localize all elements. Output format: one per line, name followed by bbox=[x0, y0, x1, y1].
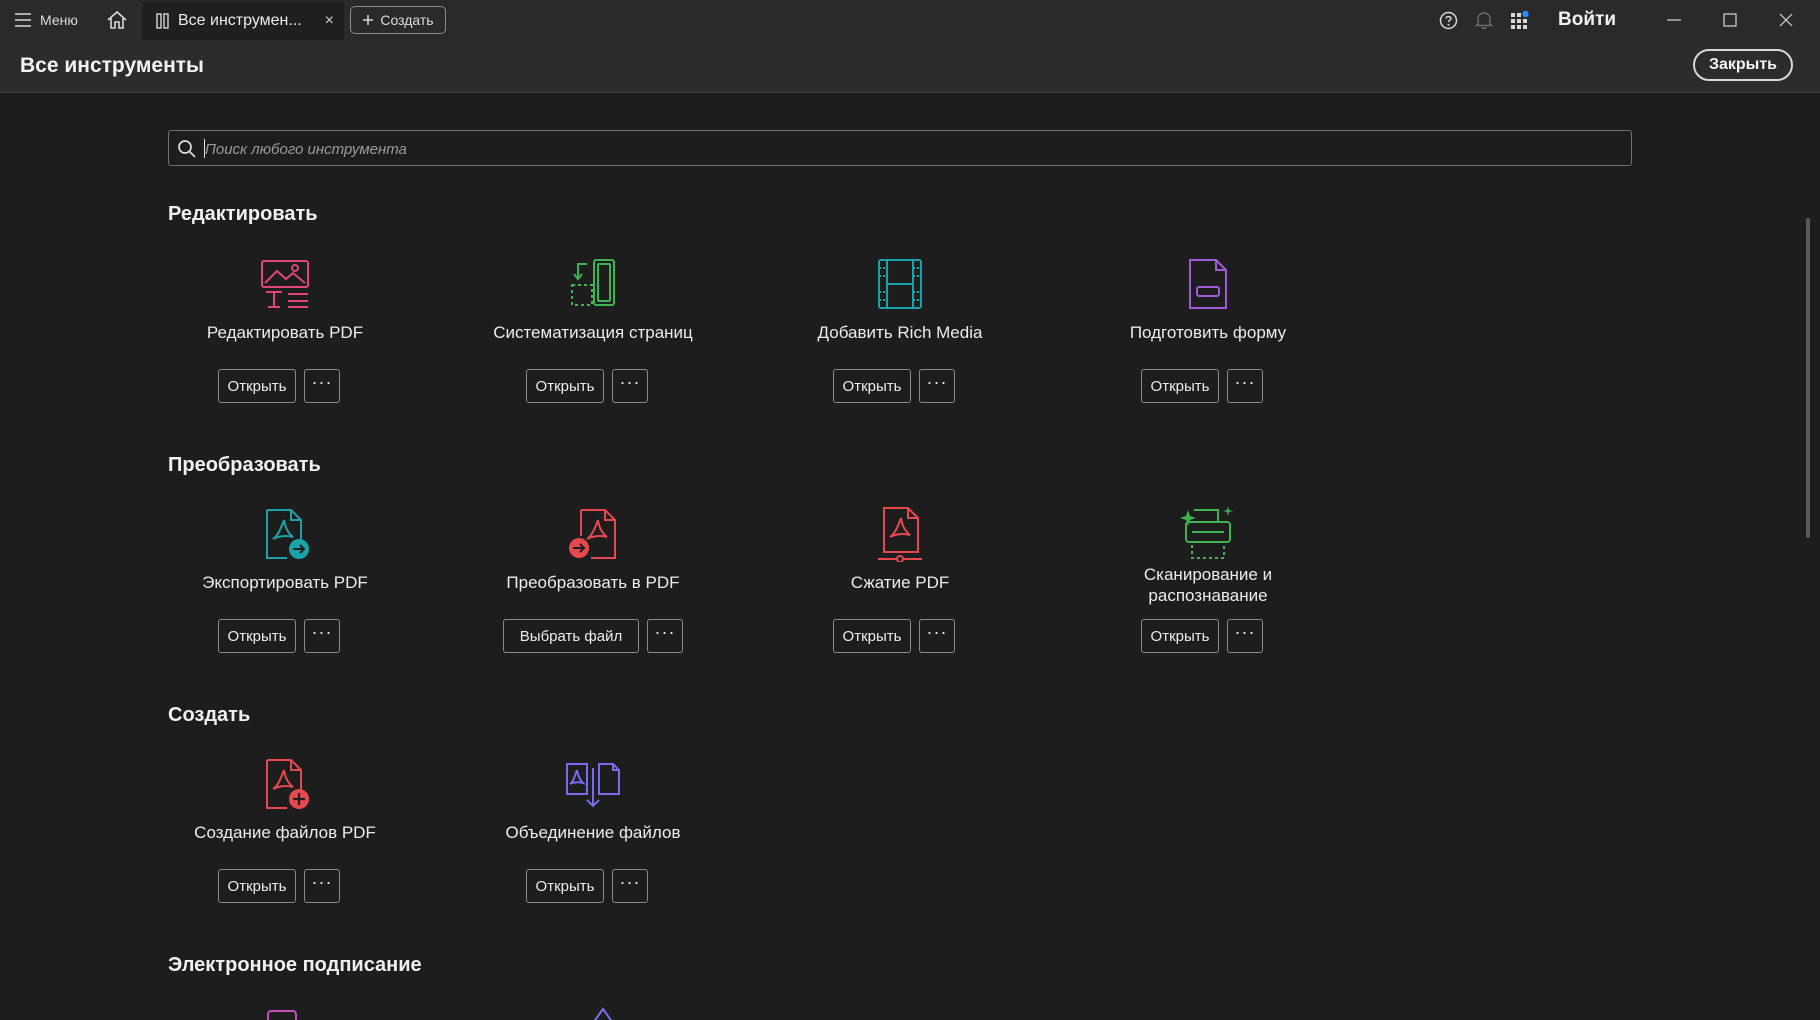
tool-name: Сжатие PDF bbox=[850, 573, 950, 592]
tool-name-line2: распознавание bbox=[1148, 586, 1268, 605]
apps-button[interactable] bbox=[1502, 0, 1538, 40]
more-options-button[interactable]: ··· bbox=[1227, 619, 1263, 653]
text-caret bbox=[204, 139, 205, 158]
more-options-button[interactable]: ··· bbox=[304, 619, 340, 653]
combine-files-icon bbox=[566, 763, 620, 808]
menu-button[interactable]: Меню bbox=[14, 8, 78, 32]
open-button[interactable]: Открыть bbox=[218, 869, 296, 903]
menu-label: Меню bbox=[40, 12, 78, 28]
section-title-convert: Преобразовать bbox=[168, 454, 321, 476]
home-button[interactable] bbox=[104, 8, 130, 32]
search-input[interactable] bbox=[203, 137, 1607, 161]
plus-icon bbox=[363, 15, 374, 25]
more-options-button[interactable]: ··· bbox=[647, 619, 683, 653]
minimize-button[interactable] bbox=[1646, 0, 1702, 40]
more-options-button[interactable]: ··· bbox=[304, 369, 340, 403]
close-icon bbox=[1779, 13, 1793, 27]
section-title-esign: Электронное подписание bbox=[168, 954, 422, 976]
tool-name: Редактировать PDF bbox=[206, 323, 364, 342]
titlebar-right: Войти bbox=[1430, 0, 1820, 40]
rich-media-icon bbox=[878, 259, 922, 309]
maximize-icon bbox=[1723, 13, 1737, 27]
export-pdf-icon bbox=[266, 509, 309, 559]
apps-icon bbox=[1511, 10, 1529, 29]
tool-name: Создание файлов PDF bbox=[194, 823, 376, 842]
open-button[interactable]: Открыть bbox=[218, 619, 296, 653]
tool-name: Систематизация страниц bbox=[493, 323, 693, 342]
more-options-button[interactable]: ··· bbox=[1227, 369, 1263, 403]
tool-name: Добавить Rich Media bbox=[817, 323, 983, 342]
organize-pages-icon bbox=[571, 259, 615, 306]
open-button[interactable]: Открыть bbox=[218, 369, 296, 403]
open-button[interactable]: Открыть bbox=[1141, 369, 1219, 403]
section-title-edit: Редактировать bbox=[168, 203, 318, 225]
prepare-form-icon bbox=[1189, 259, 1227, 309]
create-button[interactable]: Создать bbox=[350, 6, 446, 34]
search-icon bbox=[178, 140, 196, 158]
tool-name: Преобразовать в PDF bbox=[506, 573, 680, 592]
help-icon bbox=[1439, 11, 1457, 29]
page-header: Все инструменты Закрыть bbox=[0, 40, 1820, 93]
open-button[interactable]: Открыть bbox=[1141, 619, 1219, 653]
more-options-button[interactable]: ··· bbox=[304, 869, 340, 903]
scan-ocr-icon bbox=[1180, 506, 1233, 559]
open-button[interactable]: Открыть bbox=[526, 869, 604, 903]
tool-name: Подготовить форму bbox=[1129, 323, 1287, 342]
tool-name: Сканирование и bbox=[1143, 565, 1273, 584]
close-tools-button[interactable]: Закрыть bbox=[1693, 49, 1793, 81]
sign-tool-icon-partial bbox=[593, 1007, 613, 1020]
choose-file-button[interactable]: Выбрать файл bbox=[503, 619, 639, 653]
more-options-button[interactable]: ··· bbox=[919, 369, 955, 403]
bell-icon bbox=[1475, 12, 1493, 30]
tools-icon bbox=[156, 13, 169, 29]
create-label: Создать bbox=[380, 12, 434, 28]
tool-name: Объединение файлов bbox=[505, 823, 681, 842]
scrollbar[interactable] bbox=[1806, 218, 1810, 538]
menu-icon bbox=[15, 13, 31, 27]
more-options-button[interactable]: ··· bbox=[612, 869, 648, 903]
notifications-button[interactable] bbox=[1466, 0, 1502, 40]
compress-pdf-icon bbox=[878, 507, 922, 562]
more-options-button[interactable]: ··· bbox=[919, 619, 955, 653]
more-options-button[interactable]: ··· bbox=[612, 369, 648, 403]
search-box[interactable] bbox=[168, 130, 1632, 166]
window-close-button[interactable] bbox=[1758, 0, 1814, 40]
section-title-create: Создать bbox=[168, 704, 251, 726]
tab-all-tools[interactable]: Все инструмен... × bbox=[142, 2, 344, 40]
login-button[interactable]: Войти bbox=[1558, 9, 1616, 31]
title-bar: Меню Все инструмен... × Создать Войти bbox=[0, 0, 1820, 41]
open-button[interactable]: Открыть bbox=[833, 619, 911, 653]
page-title: Все инструменты bbox=[20, 54, 204, 77]
tab-label: Все инструмен... bbox=[178, 12, 302, 29]
help-button[interactable] bbox=[1430, 0, 1466, 40]
open-button[interactable]: Открыть bbox=[526, 369, 604, 403]
tools-content: Редактировать Редактировать PDF Открыть … bbox=[0, 93, 1820, 1020]
tab-close-icon[interactable]: × bbox=[325, 12, 334, 30]
minimize-icon bbox=[1667, 19, 1681, 21]
create-pdf-icon bbox=[569, 509, 616, 559]
new-pdf-icon bbox=[266, 759, 309, 809]
open-button[interactable]: Открыть bbox=[833, 369, 911, 403]
edit-pdf-icon bbox=[261, 260, 309, 308]
esign-tool-icon-partial bbox=[267, 1010, 297, 1020]
tool-name: Экспортировать PDF bbox=[202, 573, 368, 592]
home-icon bbox=[107, 10, 127, 29]
maximize-button[interactable] bbox=[1702, 0, 1758, 40]
